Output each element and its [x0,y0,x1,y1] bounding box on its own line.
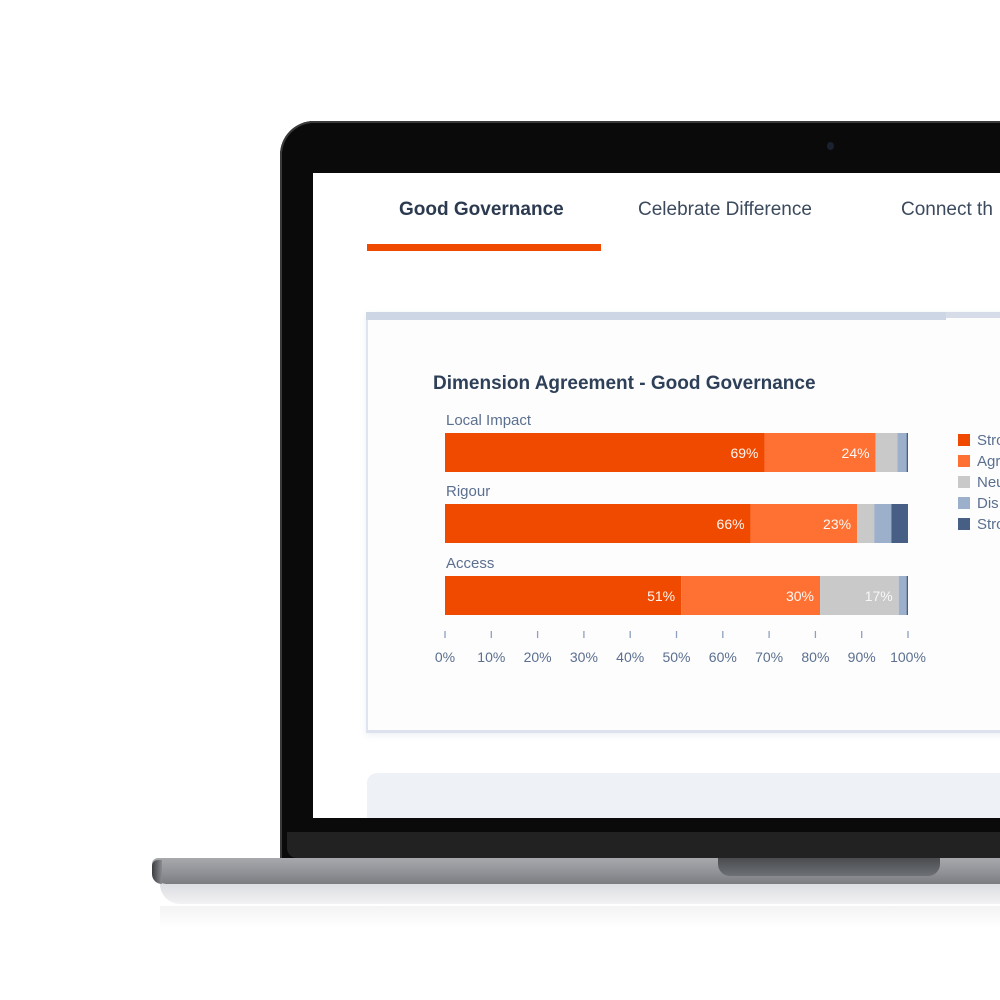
x-tick-label: 100% [890,649,926,665]
x-tick-label: 80% [801,649,829,665]
bar-segment-neutral [857,504,875,543]
data-label: 66% [717,516,745,532]
bar-segment-disagree [898,576,907,615]
laptop-base-bottom [160,884,1000,904]
legend-label: Agr [977,453,1000,470]
bar-segment-strongly-disagree [891,504,908,543]
x-tick-label: 40% [616,649,644,665]
bar-segment-strongly-agree [445,433,765,472]
x-tick-label: 10% [477,649,505,665]
data-label: 17% [865,588,893,604]
x-tick-label: 70% [755,649,783,665]
bar-segment-strongly-agree [445,504,751,543]
legend-label: Stro [977,432,1000,449]
category-label: Rigour [446,483,490,500]
secondary-panel [367,773,1000,818]
x-tick-label: 30% [570,649,598,665]
legend-label: Dis [977,495,999,512]
stacked-bar-chart: Local Impact 69% 24% Rigour 66% 23% Access 51% 3… [435,412,1000,665]
data-label: 51% [647,588,675,604]
x-tick-label: 0% [435,649,455,665]
bar-segment-strongly-disagree [906,433,908,472]
x-tick-label: 90% [848,649,876,665]
laptop-base-edge [152,860,162,884]
legend-swatch [958,434,970,446]
legend-swatch [958,497,970,509]
data-label: 23% [823,516,851,532]
legend-swatch [958,476,970,488]
category-label: Local Impact [446,412,532,429]
x-tick-label: 60% [709,649,737,665]
x-tick-label: 50% [662,649,690,665]
legend-label: Stro [977,516,1000,533]
legend-swatch [958,455,970,467]
category-label: Access [446,555,494,572]
screen: Good Governance Celebrate Difference Con… [313,173,1000,818]
data-label: 30% [786,588,814,604]
data-label: 24% [842,445,870,461]
bar-segment-strongly-agree [445,576,682,615]
bar-segment-neutral [875,433,898,472]
legend-label: Neu [977,474,1000,491]
data-label: 69% [730,445,758,461]
x-tick-label: 20% [524,649,552,665]
legend-swatch [958,518,970,530]
webcam [827,142,834,150]
bar-segment-strongly-disagree [906,576,908,615]
bar-segment-disagree [874,504,892,543]
laptop-reflection [160,906,1000,928]
laptop-chin [287,832,1000,858]
bar-segment-disagree [897,433,907,472]
laptop-notch [718,858,940,876]
